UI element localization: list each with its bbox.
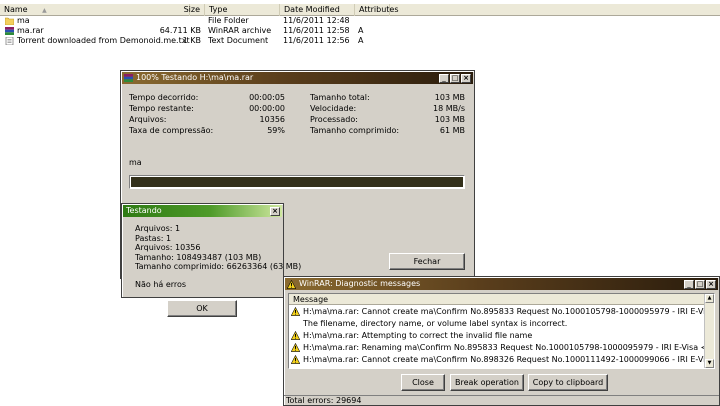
column-type[interactable]: Type	[205, 4, 280, 16]
speed-value: 18 MB/s	[433, 104, 465, 113]
column-attributes[interactable]: Attributes	[355, 4, 399, 16]
winrar-archive-icon	[5, 27, 14, 35]
remaining-time-value: 00:00:00	[249, 104, 285, 113]
warning-icon	[291, 343, 300, 352]
file-name: ma	[17, 16, 30, 25]
compression-ratio-value: 59%	[267, 126, 285, 135]
vertical-scrollbar[interactable]: ▲ ▼	[704, 294, 714, 368]
elapsed-time-label: Tempo decorrido:	[129, 93, 199, 102]
message-text: H:\ma\ma.rar: Renaming ma\Confirm No.895…	[303, 343, 704, 352]
message-row[interactable]: H:\ma\ma.rar: Attempting to correct the …	[289, 331, 704, 341]
test-result: Não há erros	[135, 280, 187, 289]
elapsed-time-value: 00:00:05	[249, 93, 285, 102]
compressed-size-label: Tamanho comprimido:	[310, 126, 400, 135]
close-window-button[interactable]: ×	[461, 74, 471, 83]
remaining-time-label: Tempo restante:	[129, 104, 194, 113]
message-column-header[interactable]: Message	[289, 294, 704, 305]
column-date-modified[interactable]: Date Modified	[280, 4, 355, 16]
file-attributes: A	[358, 26, 364, 35]
text-document-icon	[5, 37, 14, 45]
message-text: H:\ma\ma.rar: Attempting to correct the …	[303, 331, 533, 340]
warning-icon	[291, 331, 300, 340]
folder-count-files: Arquivos: 1	[135, 224, 181, 233]
total-errors: Total errors: 29694	[286, 396, 362, 405]
testing-dialog-title: Testando	[126, 206, 162, 215]
compression-ratio-label: Taxa de compressão:	[129, 126, 214, 135]
diagnostic-window: WinRAR: Diagnostic messages _ □ × Messag…	[283, 276, 720, 406]
message-text: H:\ma\ma.rar: Cannot create ma\Confirm N…	[303, 355, 704, 364]
files-value: 10356	[259, 115, 285, 124]
copy-to-clipboard-button[interactable]: Copy to clipboard	[528, 374, 608, 391]
total-size-value: 103 MB	[434, 93, 465, 102]
speed-label: Velocidade:	[310, 104, 357, 113]
file-name: ma.rar	[17, 26, 44, 35]
minimize-button[interactable]: _	[439, 74, 449, 83]
file-type: Text Document	[208, 36, 269, 45]
warning-icon	[291, 307, 300, 316]
processed-value: 103 MB	[434, 115, 465, 124]
message-row[interactable]: The filename, directory name, or volume …	[289, 319, 704, 329]
processed-label: Processado:	[310, 115, 358, 124]
testing-dialog: Testando × Arquivos: 1 Pastas: 1 Arquivo…	[121, 203, 301, 298]
warning-icon	[287, 280, 296, 289]
testing-dialog-titlebar[interactable]: Testando ×	[123, 205, 282, 217]
file-row[interactable]: ma.rar 64.711 KB WinRAR archive 11/6/201…	[0, 26, 720, 36]
message-row[interactable]: H:\ma\ma.rar: Cannot create ma\Confirm N…	[289, 307, 704, 317]
message-list[interactable]: Message ▲ ▼ H:\ma\ma.rar: Cannot create …	[288, 293, 715, 369]
progress-window-titlebar[interactable]: 100% Testando H:\ma\ma.rar _ □ ×	[122, 72, 473, 84]
diagnostic-window-titlebar[interactable]: WinRAR: Diagnostic messages _ □ ×	[285, 278, 718, 290]
minimize-button[interactable]: _	[684, 280, 694, 289]
total-size-label: Tamanho total:	[310, 93, 370, 102]
file-row[interactable]: ma File Folder 11/6/2011 12:48	[0, 16, 720, 26]
column-size[interactable]: Size	[145, 4, 205, 16]
files-label: Arquivos:	[129, 115, 167, 124]
message-rows: H:\ma\ma.rar: Cannot create ma\Confirm N…	[289, 307, 704, 368]
compressed-size-value: 61 MB	[439, 126, 465, 135]
message-row[interactable]: H:\ma\ma.rar: Cannot create ma\Confirm N…	[289, 355, 704, 365]
current-file-name: ma	[129, 158, 142, 167]
file-row[interactable]: Torrent downloaded from Demonoid.me.txt …	[0, 36, 720, 46]
progress-bar-fill	[131, 177, 463, 187]
folder-icon	[5, 17, 14, 25]
file-date: 11/6/2011 12:56	[283, 36, 350, 45]
file-size: 1 KB	[182, 36, 201, 45]
progress-bar	[129, 175, 465, 189]
ok-button[interactable]: OK	[167, 300, 237, 317]
file-size: 64.711 KB	[159, 26, 201, 35]
winrar-icon	[124, 74, 133, 82]
file-list-header: Name ▲ Size Type Date Modified Attribute…	[0, 4, 720, 16]
compressed-size: Tamanho comprimido: 66263364 (63 MB)	[135, 262, 302, 271]
message-text: The filename, directory name, or volume …	[303, 319, 568, 328]
file-attributes: A	[358, 36, 364, 45]
break-operation-button[interactable]: Break operation	[450, 374, 524, 391]
sort-ascending-icon: ▲	[42, 7, 47, 14]
message-row[interactable]: H:\ma\ma.rar: Renaming ma\Confirm No.895…	[289, 343, 704, 353]
file-date: 11/6/2011 12:58	[283, 26, 350, 35]
maximize-button[interactable]: □	[450, 74, 460, 83]
fechar-button[interactable]: Fechar	[389, 253, 465, 270]
close-window-button[interactable]: ×	[706, 280, 716, 289]
scroll-up-button[interactable]: ▲	[705, 294, 714, 303]
close-button[interactable]: Close	[401, 374, 445, 391]
diagnostic-window-title: WinRAR: Diagnostic messages	[299, 279, 421, 288]
warning-icon	[291, 355, 300, 364]
file-date: 11/6/2011 12:48	[283, 16, 350, 25]
column-name-label: Name	[4, 5, 28, 14]
file-type: WinRAR archive	[208, 26, 272, 35]
message-text: H:\ma\ma.rar: Cannot create ma\Confirm N…	[303, 307, 704, 316]
close-dialog-button[interactable]: ×	[270, 207, 280, 216]
file-count: Arquivos: 10356	[135, 243, 201, 252]
maximize-button[interactable]: □	[695, 280, 705, 289]
scroll-down-button[interactable]: ▼	[705, 359, 714, 368]
status-bar: Total errors: 29694	[284, 395, 719, 405]
progress-window-title: 100% Testando H:\ma\ma.rar	[136, 73, 254, 82]
file-type: File Folder	[208, 16, 249, 25]
